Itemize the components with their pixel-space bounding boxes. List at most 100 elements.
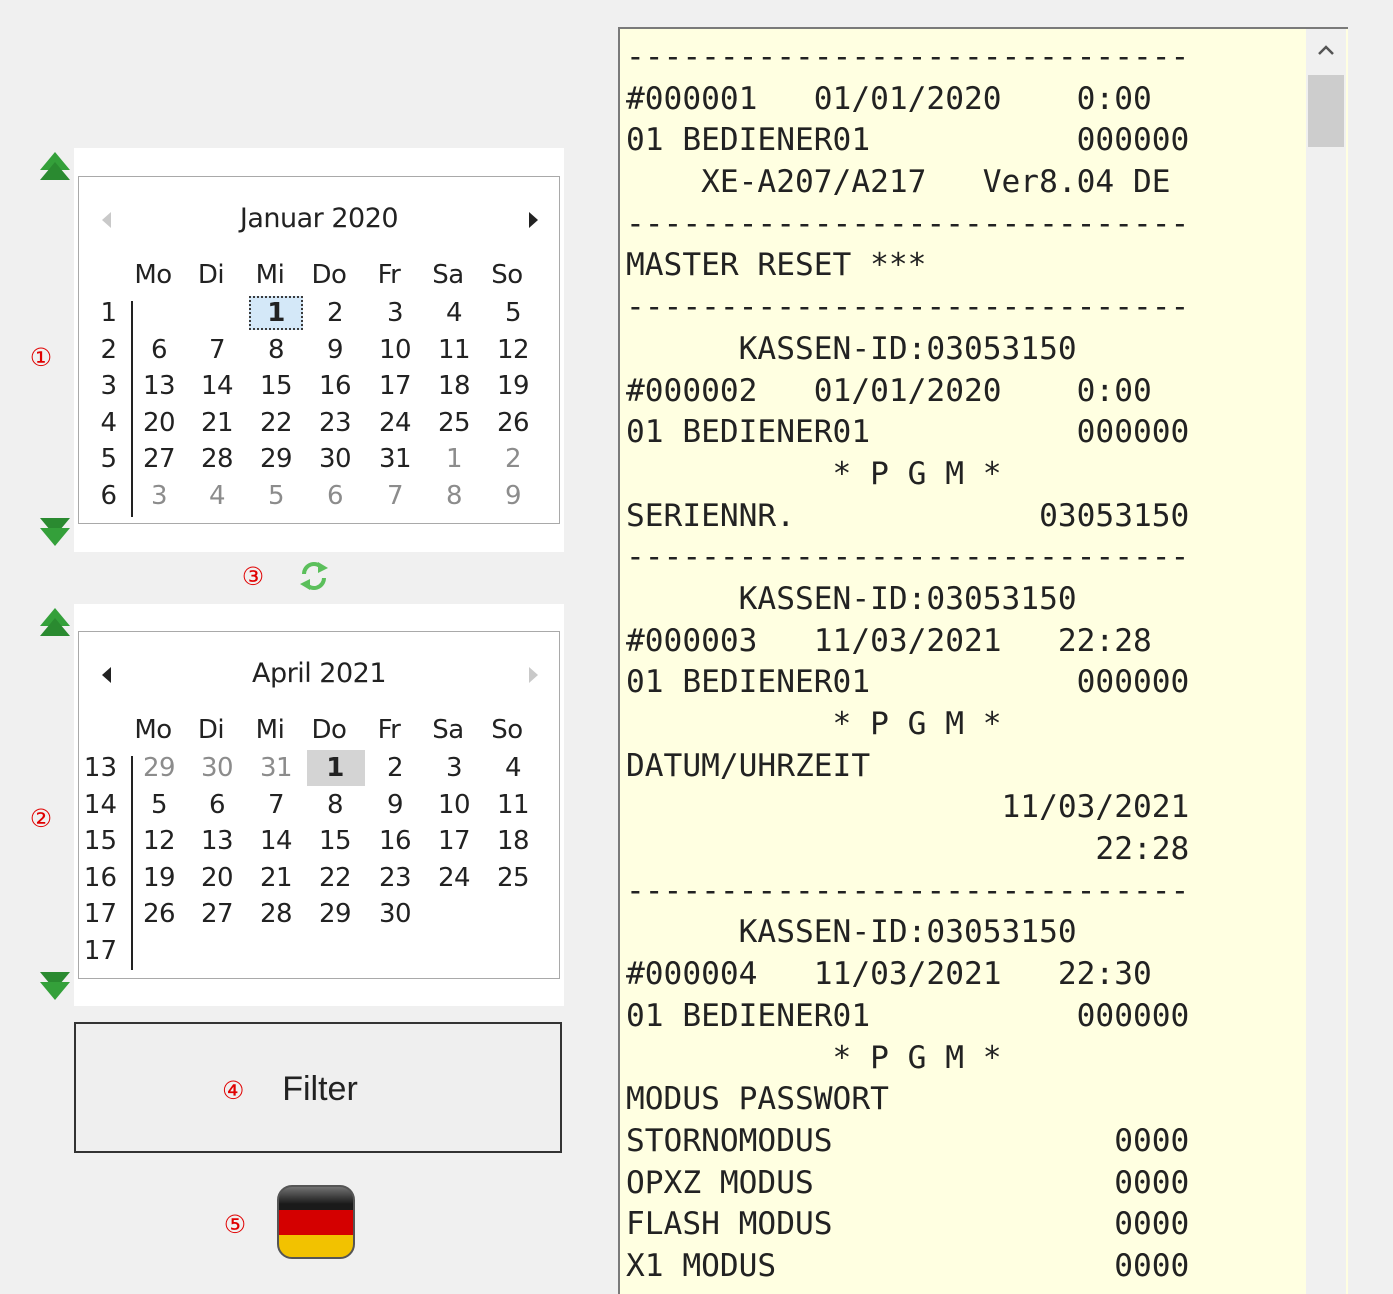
calendar-day[interactable]: 12 (131, 823, 187, 859)
calendar-day[interactable]: 2 (367, 750, 423, 786)
calendar-day[interactable]: 19 (485, 368, 541, 404)
journal-scrollbar[interactable] (1306, 29, 1346, 1294)
calendar-day[interactable]: 3 (426, 750, 482, 786)
calendar-day[interactable]: 5 (485, 295, 541, 331)
calendar-day[interactable]: 5 (248, 478, 304, 514)
calendar-day[interactable]: 31 (367, 441, 423, 477)
calendar-day[interactable]: 30 (307, 441, 363, 477)
german-flag-icon[interactable] (276, 1184, 356, 1260)
filter-button-label: Filter (282, 1070, 358, 1108)
calendar-day[interactable]: 17 (426, 823, 482, 859)
calendar-day[interactable]: 7 (367, 478, 423, 514)
calendar-day[interactable]: 31 (248, 750, 304, 786)
calendar-day[interactable]: 10 (426, 787, 482, 823)
calendar-day[interactable]: 24 (426, 860, 482, 896)
week-number: 3 (100, 371, 117, 402)
calendar-day[interactable]: 26 (131, 896, 187, 932)
journal-line: 01 BEDIENER01 000000 (626, 664, 1190, 701)
calendar-day[interactable]: 13 (189, 823, 245, 859)
date-from-up-arrow-icon[interactable] (38, 150, 72, 182)
calendar-day[interactable]: 11 (485, 787, 541, 823)
refresh-icon[interactable] (298, 556, 330, 596)
calendar-day[interactable]: 25 (485, 860, 541, 896)
calendar-day[interactable]: 8 (248, 332, 304, 368)
calendar-day[interactable]: 29 (131, 750, 187, 786)
calendar-day[interactable]: 23 (367, 860, 423, 896)
calendar-day[interactable]: 4 (426, 295, 482, 331)
calendar-day[interactable]: 6 (189, 787, 245, 823)
calendar-day[interactable]: 9 (485, 478, 541, 514)
calendar-from[interactable]: Januar 2020 Mo Di Mi Do Fr Sa So 1 1 2 3 4 5 2 6 7 8 9 10 1… (78, 176, 560, 524)
date-to-down-arrow-icon[interactable] (38, 970, 72, 1002)
scrollbar-thumb[interactable] (1308, 75, 1344, 147)
date-from-down-arrow-icon[interactable] (38, 516, 72, 548)
calendar-day[interactable]: 22 (248, 405, 304, 441)
calendar-day[interactable]: 30 (189, 750, 245, 786)
calendar-day[interactable]: 1 (426, 441, 482, 477)
calendar-day[interactable]: 4 (189, 478, 245, 514)
journal-line: ------------------------------ (626, 872, 1190, 909)
calendar-day[interactable]: 3 (367, 295, 423, 331)
calendar-day[interactable]: 29 (307, 896, 363, 932)
calendar-day[interactable]: 27 (189, 896, 245, 932)
calendar-from-next-icon[interactable] (525, 209, 543, 231)
calendar-day[interactable]: 17 (367, 368, 423, 404)
calendar-day[interactable]: 7 (248, 787, 304, 823)
calendar-day[interactable]: 9 (367, 787, 423, 823)
calendar-day[interactable]: 6 (307, 478, 363, 514)
calendar-day[interactable]: 20 (131, 405, 187, 441)
journal-line: MASTER RESET *** (626, 247, 927, 284)
calendar-day[interactable]: 28 (189, 441, 245, 477)
day-header: Mo (134, 715, 172, 745)
calendar-day[interactable]: 15 (248, 368, 304, 404)
calendar-day[interactable]: 25 (426, 405, 482, 441)
calendar-day[interactable]: 2 (307, 295, 363, 331)
calendar-day[interactable]: 16 (307, 368, 363, 404)
calendar-day[interactable]: 6 (131, 332, 187, 368)
journal-view[interactable]: ------------------------------ #000001 01… (618, 27, 1348, 1294)
calendar-day[interactable]: 1 (307, 750, 363, 786)
calendar-day[interactable]: 14 (248, 823, 304, 859)
calendar-day[interactable]: 16 (367, 823, 423, 859)
calendar-day[interactable]: 30 (367, 896, 423, 932)
calendar-day[interactable]: 10 (367, 332, 423, 368)
calendar-day[interactable]: 20 (189, 860, 245, 896)
calendar-day[interactable]: 23 (307, 405, 363, 441)
calendar-day[interactable]: 3 (131, 478, 187, 514)
calendar-day[interactable]: 22 (307, 860, 363, 896)
calendar-day[interactable]: 29 (248, 441, 304, 477)
calendar-day[interactable]: 21 (189, 405, 245, 441)
calendar-day[interactable]: 4 (485, 750, 541, 786)
calendar-day[interactable]: 1 (248, 295, 304, 331)
calendar-day[interactable]: 5 (131, 787, 187, 823)
week-number: 17 (83, 936, 117, 966)
filter-button[interactable]: ④ Filter (74, 1022, 562, 1153)
calendar-day[interactable]: 7 (189, 332, 245, 368)
calendar-to[interactable]: April 2021 Mo Di Mi Do Fr Sa So 13 29 30 31 1 2 3 4 14 5… (78, 631, 560, 979)
calendar-day[interactable]: 8 (307, 787, 363, 823)
calendar-from-title: Januar 2020 (239, 203, 399, 234)
journal-line: DATUM/UHRZEIT (626, 747, 871, 784)
calendar-day[interactable]: 14 (189, 368, 245, 404)
calendar-day[interactable]: 8 (426, 478, 482, 514)
calendar-to-next-icon[interactable] (525, 664, 543, 686)
calendar-day[interactable]: 9 (307, 332, 363, 368)
calendar-day[interactable]: 11 (426, 332, 482, 368)
calendar-day[interactable]: 2 (485, 441, 541, 477)
calendar-day[interactable]: 28 (248, 896, 304, 932)
calendar-day[interactable]: 19 (131, 860, 187, 896)
scroll-up-icon[interactable] (1306, 29, 1346, 73)
calendar-day[interactable]: 15 (307, 823, 363, 859)
calendar-day[interactable]: 24 (367, 405, 423, 441)
calendar-day[interactable]: 13 (131, 368, 187, 404)
calendar-day[interactable]: 12 (485, 332, 541, 368)
journal-line: XE-A207/A217 Ver8.04 DE (626, 164, 1171, 201)
date-to-up-arrow-icon[interactable] (38, 606, 72, 638)
calendar-day[interactable]: 18 (485, 823, 541, 859)
calendar-day[interactable]: 21 (248, 860, 304, 896)
day-header: So (491, 715, 523, 745)
calendar-day[interactable]: 27 (131, 441, 187, 477)
calendar-day[interactable]: 26 (485, 405, 541, 441)
day-header: Fr (377, 715, 401, 745)
calendar-day[interactable]: 18 (426, 368, 482, 404)
